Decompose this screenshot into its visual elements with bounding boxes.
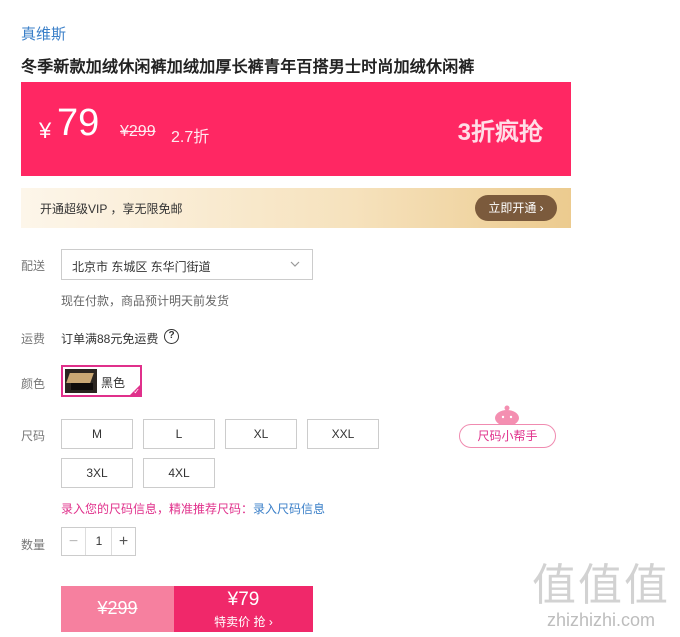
- shipping-eta-note: 现在付款，商品预计明天前发货: [61, 294, 230, 308]
- vip-open-button[interactable]: 立即开通 ›: [475, 195, 557, 221]
- quantity-decrease-button[interactable]: −: [62, 528, 86, 555]
- delivery-location-select[interactable]: 北京市 东城区 东华门街道: [61, 249, 313, 280]
- delivery-location-value: 北京市 东城区 东华门街道: [72, 260, 211, 274]
- original-price: ¥299: [120, 123, 156, 140]
- size-option-4xl[interactable]: 4XL: [143, 458, 215, 488]
- vip-text: 开通超级VIP ，享无限免邮: [40, 202, 183, 216]
- site-watermark: 值值值 zhizhizhi.com: [532, 562, 670, 631]
- shipping-fee-label: 运费: [21, 332, 46, 346]
- size-hint-text: 录入您的尺码信息，精准推荐尺码：: [61, 502, 254, 516]
- watermark-logo-text: 值值值: [532, 561, 670, 610]
- quantity-input[interactable]: 1: [86, 528, 112, 555]
- help-icon[interactable]: ?: [164, 329, 179, 344]
- quantity-increase-button[interactable]: +: [111, 528, 135, 555]
- size-option-3xl[interactable]: 3XL: [61, 458, 133, 488]
- mascot-icon: [491, 404, 523, 426]
- chevron-down-icon: [290, 256, 300, 275]
- watermark-domain: zhizhizhi.com: [546, 610, 656, 630]
- original-price-block: ¥299: [61, 586, 174, 632]
- quantity-stepper: − 1 +: [61, 527, 136, 556]
- size-option-m[interactable]: M: [61, 419, 133, 449]
- size-info-link[interactable]: 录入尺码信息: [253, 502, 325, 516]
- buy-original-price: ¥299: [97, 598, 138, 618]
- brand-name[interactable]: 真维斯: [21, 23, 66, 44]
- price-banner: ¥ 79 ¥299 2.7折 3折疯抢: [21, 82, 571, 176]
- color-label: 颜色: [21, 377, 46, 391]
- size-label: 尺码: [21, 429, 46, 443]
- size-option-l[interactable]: L: [143, 419, 215, 449]
- buy-sale-label: 特卖价 抢 ›: [214, 615, 273, 629]
- color-option-black[interactable]: 黑色 ✓: [61, 365, 142, 397]
- buy-now-button[interactable]: ¥79 特卖价 抢 ›: [174, 586, 313, 632]
- shipping-fee-text: 订单满88元免运费: [61, 332, 159, 346]
- product-title: 冬季新款加绒休闲裤加绒加厚长裤青年百搭男士时尚加绒休闲裤: [21, 59, 475, 76]
- promo-label: 3折疯抢: [457, 119, 543, 146]
- quantity-label: 数量: [21, 538, 46, 552]
- vip-banner: 开通超级VIP ，享无限免邮 立即开通 ›: [21, 188, 571, 228]
- checkmark-icon: ✓: [133, 387, 140, 396]
- current-price: 79: [57, 102, 100, 144]
- size-hint: 录入您的尺码信息，精准推荐尺码：录入尺码信息: [61, 500, 325, 517]
- buy-sale-price: ¥79: [227, 589, 260, 610]
- color-swatch-thumbnail: [65, 369, 97, 393]
- delivery-label: 配送: [21, 259, 46, 273]
- currency-symbol: ¥: [39, 118, 52, 143]
- buy-bar: ¥299 ¥79 特卖价 抢 ›: [61, 586, 313, 632]
- size-option-xl[interactable]: XL: [225, 419, 297, 449]
- discount-rate: 2.7折: [171, 129, 210, 146]
- color-option-label: 黑色: [101, 376, 126, 390]
- size-helper-button[interactable]: 尺码小帮手: [459, 424, 556, 448]
- size-option-xxl[interactable]: XXL: [307, 419, 379, 449]
